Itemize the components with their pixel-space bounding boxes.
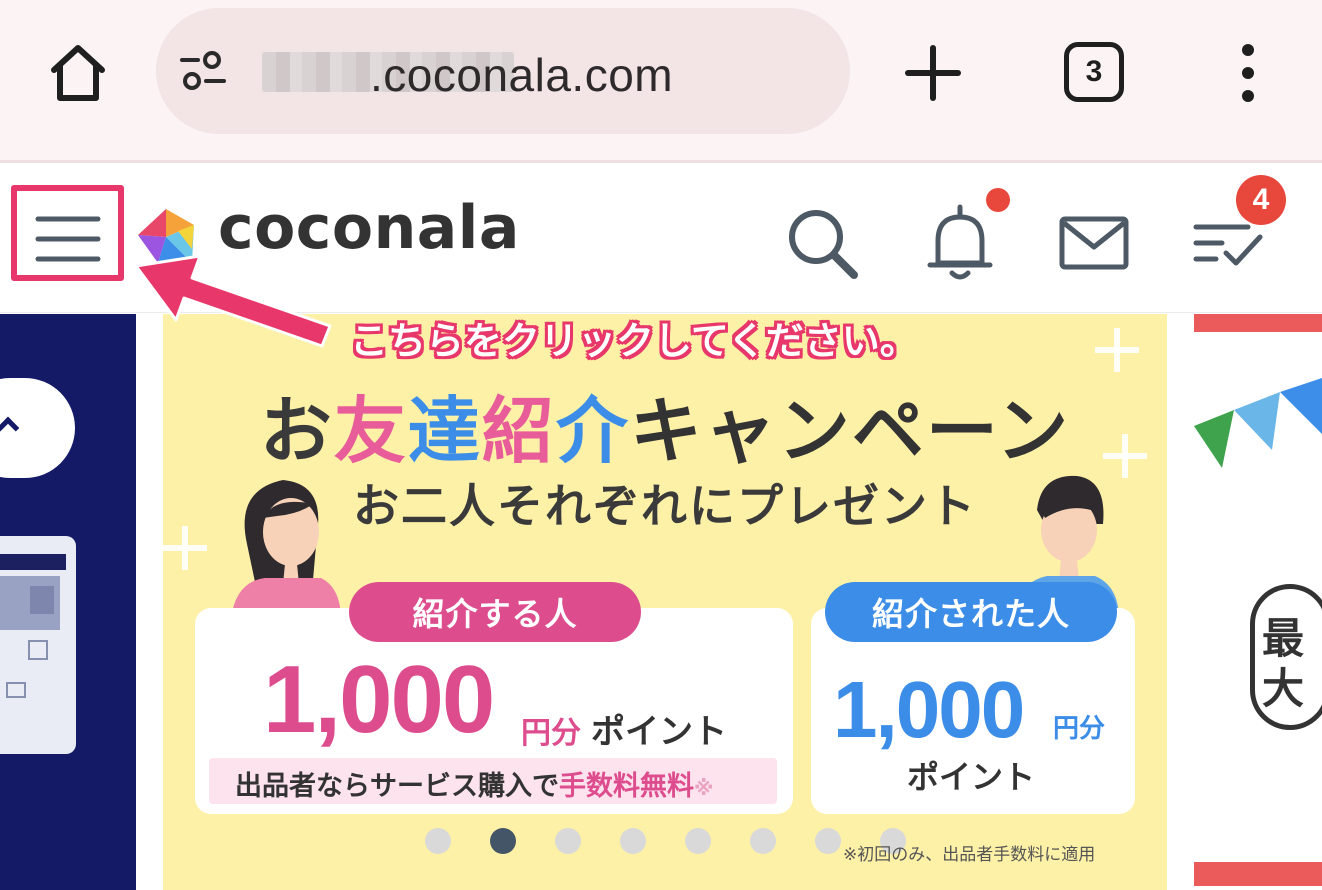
campaign-title: お友達紹介キャンペーン bbox=[259, 389, 1071, 473]
referrer-label: 紹介する人 bbox=[349, 582, 641, 642]
sparkle-decoration bbox=[1095, 328, 1139, 372]
url-text[interactable]: .coconala.com bbox=[370, 48, 673, 102]
referee-label: 紹介された人 bbox=[825, 582, 1117, 642]
home-icon[interactable] bbox=[46, 40, 110, 104]
banner-stripe bbox=[1194, 862, 1322, 886]
campaign-footnote: ※初回のみ、出品者手数料に適用 bbox=[843, 845, 1096, 865]
device-screen-icon bbox=[28, 640, 48, 660]
banner-stripe bbox=[1194, 314, 1322, 332]
carousel-dot[interactable] bbox=[750, 828, 776, 854]
referrer-yen-unit: 円分 bbox=[521, 716, 581, 751]
todo-list-icon[interactable] bbox=[1192, 217, 1264, 273]
message-mail-icon[interactable] bbox=[1058, 215, 1130, 271]
device-screen-bar bbox=[0, 554, 66, 570]
notification-bell-icon[interactable] bbox=[924, 203, 996, 283]
carousel-dot[interactable] bbox=[685, 828, 711, 854]
site-info-icon[interactable] bbox=[178, 49, 230, 93]
max-label: 最大 bbox=[1262, 614, 1305, 713]
annotation-callout: こちらをクリックしてください。 bbox=[350, 319, 918, 363]
woman-illustration bbox=[231, 480, 341, 620]
referrer-point-label: ポイント bbox=[591, 712, 727, 752]
carousel-dot[interactable] bbox=[490, 828, 516, 854]
device-screen-panel bbox=[30, 586, 54, 614]
carousel-next-banner[interactable]: 最大 bbox=[1194, 314, 1322, 890]
tab-switcher-button[interactable]: 3 bbox=[1064, 42, 1124, 102]
referrer-amount: 1,000 bbox=[263, 646, 495, 753]
carousel-dot[interactable] bbox=[620, 828, 646, 854]
address-bar[interactable]: .coconala.com bbox=[156, 8, 850, 134]
screen: .coconala.com 3 coconala 4 お友達紹介キャンペーン お… bbox=[0, 0, 1322, 890]
carousel-dot[interactable] bbox=[815, 828, 841, 854]
hamburger-highlight-box bbox=[11, 185, 124, 281]
search-icon[interactable] bbox=[784, 205, 860, 281]
browser-toolbar: .coconala.com 3 bbox=[0, 0, 1322, 160]
referee-yen-unit: 円分 bbox=[1053, 714, 1106, 744]
carousel-prev-banner[interactable] bbox=[0, 314, 136, 890]
carousel-indicator bbox=[425, 828, 906, 854]
referee-point-label: ポイント bbox=[907, 758, 1036, 796]
referee-amount: 1,000 bbox=[833, 665, 1025, 754]
bunting-decoration bbox=[1194, 378, 1322, 468]
new-tab-icon[interactable] bbox=[902, 42, 964, 104]
notification-dot bbox=[986, 188, 1010, 212]
overflow-menu-icon[interactable] bbox=[1232, 42, 1264, 104]
image-icon bbox=[6, 682, 26, 698]
annotation-arrow-icon bbox=[134, 254, 332, 348]
campaign-banner[interactable]: お友達紹介キャンペーン お二人それぞれにプレゼント 紹介する人 1,000 円分… bbox=[163, 314, 1167, 890]
carousel-dot[interactable] bbox=[555, 828, 581, 854]
todo-count-badge: 4 bbox=[1236, 175, 1286, 225]
fee-free-text: 出品者ならサービス購入で手数料無料※ bbox=[235, 771, 714, 802]
carousel-dot[interactable] bbox=[425, 828, 451, 854]
